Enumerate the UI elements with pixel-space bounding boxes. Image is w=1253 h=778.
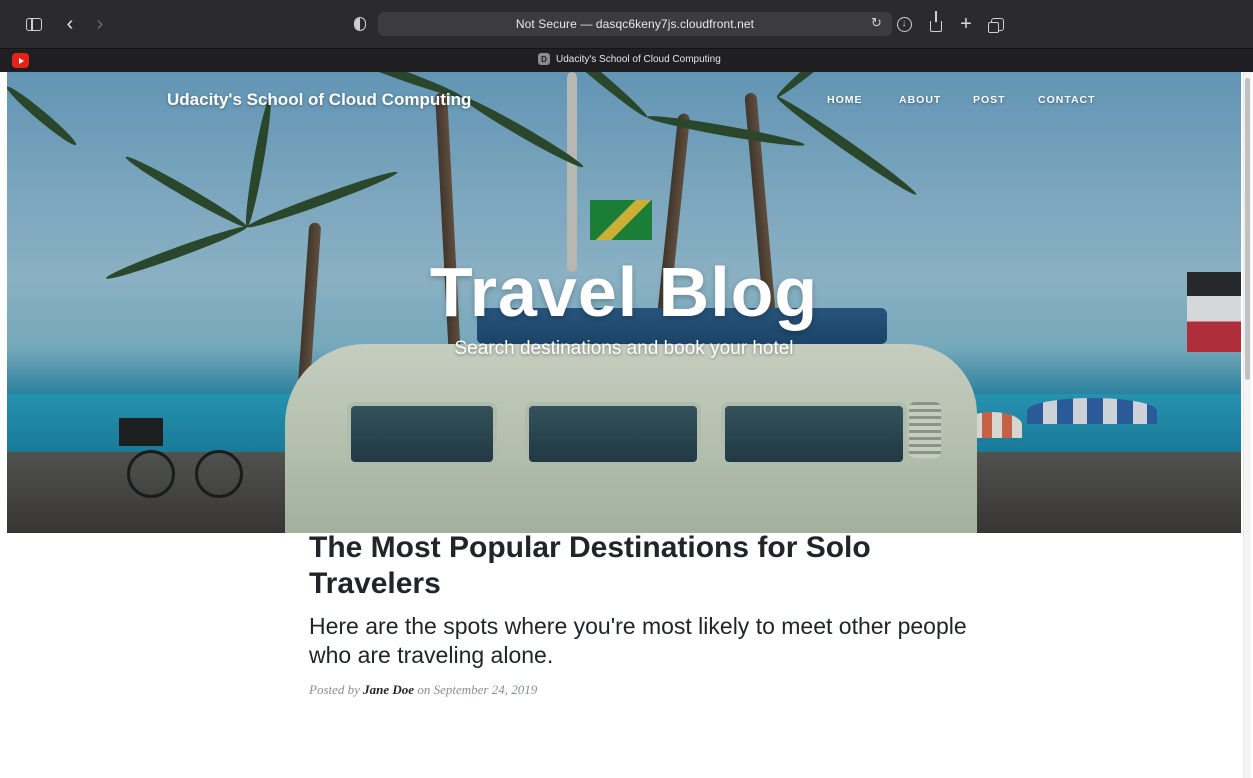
- browser-toolbar: ‹ › Not Secure — dasqc6keny7js.cloudfron…: [0, 0, 1253, 48]
- site-brand-link[interactable]: Udacity's School of Cloud Computing: [167, 90, 471, 110]
- youtube-icon[interactable]: [12, 53, 29, 68]
- tabs-overview-icon[interactable]: [987, 14, 1007, 34]
- back-icon[interactable]: ‹: [60, 13, 80, 35]
- forward-icon[interactable]: ›: [90, 13, 110, 35]
- share-icon[interactable]: [926, 11, 946, 34]
- post-meta: Posted by Jane Doe on September 24, 2019: [309, 682, 537, 698]
- post-meta-on: on: [417, 682, 431, 697]
- post-subtitle[interactable]: Here are the spots where you're most lik…: [309, 612, 969, 670]
- address-bar-text: Not Secure — dasqc6keny7js.cloudfront.ne…: [515, 17, 755, 31]
- shield-icon[interactable]: [350, 14, 370, 34]
- tab-active[interactable]: D Udacity's School of Cloud Computing: [538, 53, 721, 65]
- post-author-link[interactable]: Jane Doe: [363, 682, 414, 697]
- scrollbar-thumb[interactable]: [1245, 78, 1250, 380]
- new-tab-icon[interactable]: +: [956, 13, 976, 35]
- hero-subtitle: Search destinations and book your hotel: [454, 338, 794, 359]
- post-meta-prefix: Posted by: [309, 682, 360, 697]
- page-scrollbar[interactable]: [1243, 72, 1251, 778]
- sidebar-icon[interactable]: [24, 14, 44, 34]
- nav-link-post[interactable]: POST: [973, 94, 1006, 106]
- post-title-link[interactable]: The Most Popular Destinations for Solo T…: [309, 530, 969, 602]
- tab-strip: D Udacity's School of Cloud Computing: [0, 48, 1253, 72]
- nav-link-about[interactable]: ABOUT: [899, 94, 941, 106]
- tab-title: Udacity's School of Cloud Computing: [556, 53, 721, 65]
- reload-icon[interactable]: ↻: [871, 15, 882, 31]
- hero-title: Travel Blog: [429, 253, 819, 331]
- nav-link-contact[interactable]: CONTACT: [1038, 94, 1096, 106]
- page-viewport: Udacity's School of Cloud Computing HOME…: [0, 72, 1253, 778]
- address-bar[interactable]: Not Secure — dasqc6keny7js.cloudfront.ne…: [378, 12, 892, 36]
- nav-link-home[interactable]: HOME: [827, 94, 863, 106]
- tab-favicon-icon: D: [538, 53, 550, 65]
- download-icon[interactable]: ↓: [894, 14, 914, 34]
- hero-header: Udacity's School of Cloud Computing HOME…: [7, 72, 1241, 533]
- post-date: September 24, 2019: [433, 682, 538, 697]
